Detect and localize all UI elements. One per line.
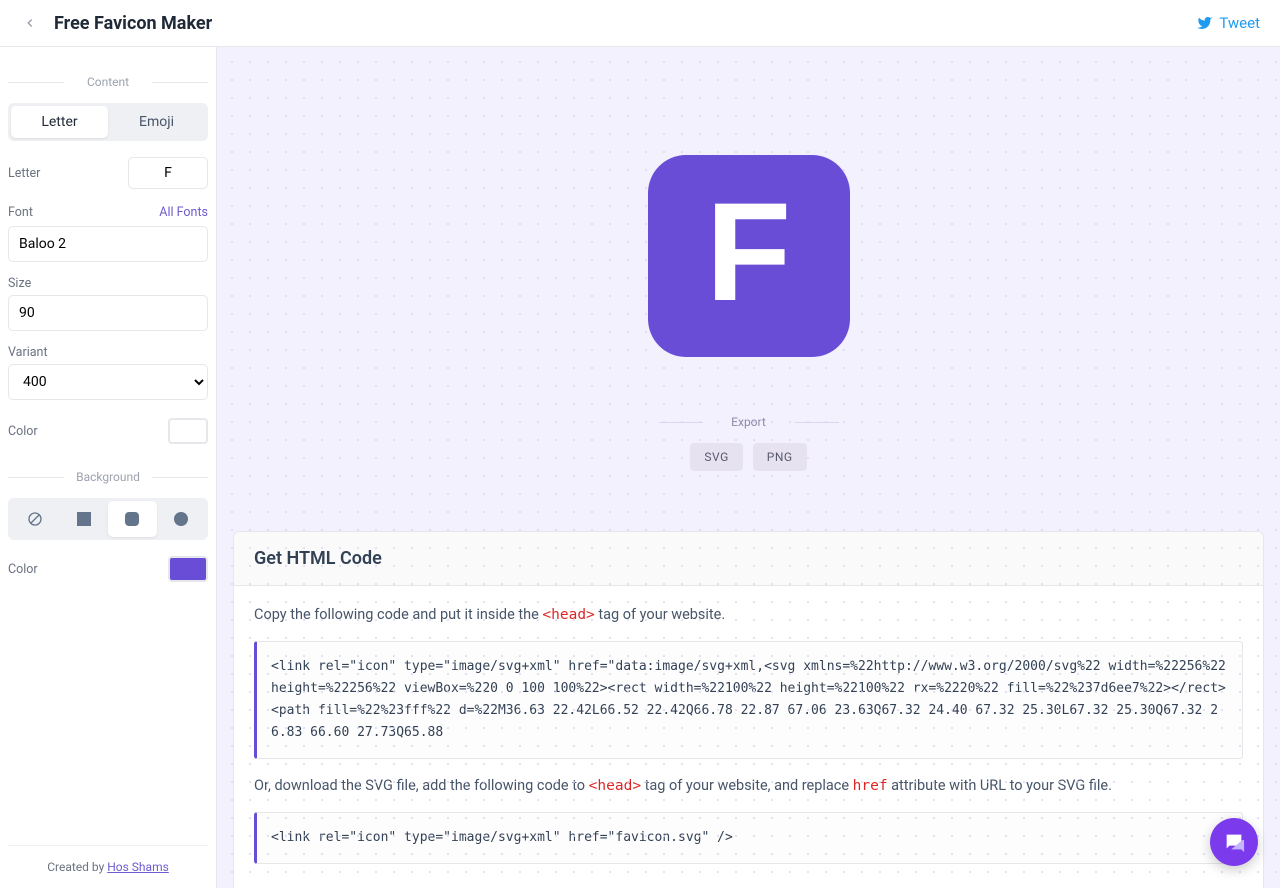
chat-icon: [1223, 831, 1245, 853]
export-label: Export: [217, 415, 1280, 429]
letter-color-label: Color: [8, 424, 38, 439]
tab-letter[interactable]: Letter: [11, 106, 108, 138]
background-section-label: Background: [8, 470, 208, 484]
bg-color-label: Color: [8, 562, 38, 577]
font-row: Font All Fonts: [8, 205, 208, 220]
bg-color-row: Color: [8, 556, 208, 582]
bg-circle[interactable]: [157, 501, 206, 537]
bg-none[interactable]: [11, 501, 60, 537]
export-buttons: SVG PNG: [690, 443, 806, 471]
tweet-label: Tweet: [1219, 14, 1260, 32]
page-title: Free Favicon Maker: [54, 13, 212, 34]
font-input[interactable]: [8, 226, 208, 262]
content-section-label: Content: [8, 75, 208, 89]
header-left: Free Favicon Maker: [20, 13, 212, 34]
letter-color-row: Color: [8, 418, 208, 444]
export-svg-button[interactable]: SVG: [690, 443, 742, 471]
created-by-text: Created by: [47, 860, 107, 874]
sidebar: Content Letter Emoji Letter Font All Fon…: [0, 47, 217, 888]
size-label: Size: [8, 276, 31, 291]
background-shape-tabs: [8, 498, 208, 540]
all-fonts-link[interactable]: All Fonts: [159, 205, 208, 220]
size-input[interactable]: [8, 295, 208, 331]
canvas-area: F Export SVG PNG Get HTML Code Copy the …: [217, 47, 1280, 888]
export-png-button[interactable]: PNG: [753, 443, 807, 471]
letter-label: Letter: [8, 166, 40, 181]
bg-rounded[interactable]: [108, 501, 157, 537]
author-link[interactable]: Hos Shams: [107, 860, 169, 874]
letter-input[interactable]: [128, 157, 208, 189]
tab-emoji[interactable]: Emoji: [108, 106, 205, 138]
favicon-preview: F: [648, 155, 850, 357]
bg-square[interactable]: [60, 501, 109, 537]
circle-icon: [174, 512, 188, 526]
letter-row: Letter: [8, 157, 208, 189]
main: Content Letter Emoji Letter Font All Fon…: [0, 47, 1280, 888]
preview-wrap: F Export SVG PNG: [217, 47, 1280, 471]
letter-color-swatch[interactable]: [168, 418, 208, 444]
tweet-button[interactable]: Tweet: [1197, 14, 1260, 32]
back-button[interactable]: [20, 13, 40, 33]
footer-credit: Created by Hos Shams: [8, 845, 208, 888]
twitter-icon: [1197, 15, 1213, 31]
variant-label: Variant: [8, 345, 48, 360]
favicon-letter: F: [706, 182, 792, 322]
bg-color-swatch[interactable]: [168, 556, 208, 582]
variant-select[interactable]: 400: [8, 364, 208, 400]
rounded-square-icon: [125, 512, 139, 526]
content-type-tabs: Letter Emoji: [8, 103, 208, 141]
variant-row: Variant: [8, 345, 208, 360]
none-icon: [27, 511, 43, 527]
size-row: Size: [8, 276, 208, 291]
chat-widget-button[interactable]: [1210, 818, 1258, 866]
font-label: Font: [8, 205, 33, 220]
square-icon: [77, 512, 91, 526]
app-header: Free Favicon Maker Tweet: [0, 0, 1280, 47]
